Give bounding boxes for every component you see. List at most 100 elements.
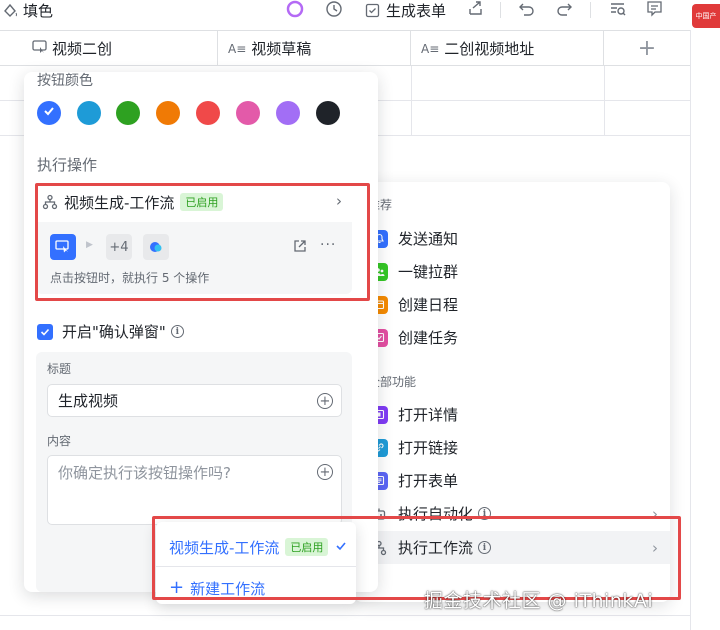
grid-divider: [690, 30, 691, 630]
generate-form-label: 生成表单: [386, 1, 447, 20]
workflow-icon: [42, 194, 58, 210]
color-swatch-blue[interactable]: [37, 101, 61, 125]
color-swatch-pink[interactable]: [236, 101, 260, 125]
workflow-option-label: 视频生成-工作流: [169, 538, 280, 557]
menu-item-open-detail[interactable]: 打开详情: [354, 398, 670, 431]
button-color-label: 按钮颜色: [37, 73, 93, 89]
share-icon[interactable]: [467, 0, 484, 17]
lark-bot-icon: [143, 234, 169, 260]
plus-icon: +: [637, 36, 657, 61]
menu-item-send-notification[interactable]: 发送通知: [354, 222, 670, 255]
column-label: 视频草稿: [251, 40, 312, 58]
info-icon[interactable]: i: [170, 325, 184, 338]
chevron-right-icon: ›: [652, 504, 658, 523]
action-type-menu: 推荐 发送通知 一键拉群 创建日程 创建任务 全部功能 打开详情 打开链接 打开…: [354, 182, 670, 602]
form-check-icon: [365, 3, 380, 18]
grid-divider: [0, 615, 690, 616]
column-header-video-url[interactable]: A≡ 二创视频地址: [411, 31, 604, 66]
menu-item-label: 创建日程: [398, 296, 459, 314]
grid-divider: [604, 66, 605, 136]
menu-item-label: 执行自动化: [398, 505, 474, 523]
more-actions-count: +4: [106, 234, 132, 260]
search-list-icon[interactable]: [609, 0, 627, 18]
generate-form-button[interactable]: 生成表单: [365, 0, 446, 20]
text-field-icon: A≡: [421, 41, 440, 56]
action-section-label: 执行操作: [37, 156, 98, 174]
menu-item-label: 执行工作流: [398, 539, 474, 557]
menu-item-label: 打开链接: [398, 439, 459, 457]
toolbar-divider: [500, 2, 501, 18]
title-input[interactable]: 生成视频 +: [47, 384, 342, 417]
new-workflow-label: 新建工作流: [190, 579, 266, 598]
info-icon[interactable]: i: [478, 507, 492, 520]
column-header-video-recreate[interactable]: 视频二创: [22, 31, 218, 66]
column-header-row: 视频二创 A≡ 视频草稿 A≡ 二创视频地址 +: [0, 30, 690, 66]
status-badge: 已启用: [180, 193, 224, 211]
checkmark-icon: [335, 538, 347, 556]
workflow-note: 点击按钮时，就执行 5 个操作: [50, 271, 210, 285]
menu-item-label: 创建任务: [398, 329, 459, 347]
grid-divider: [411, 66, 412, 136]
toolbar: 填色 生成表单 中国产: [0, 0, 720, 30]
chevron-right-icon: ›: [652, 538, 658, 557]
toolbar-divider: [590, 2, 591, 18]
menu-item-run-workflow[interactable]: 执行工作流 i ›: [354, 531, 670, 564]
paint-bucket-icon: [2, 2, 18, 18]
confirm-label: 开启"确认弹窗": [62, 323, 166, 341]
insert-field-icon[interactable]: +: [317, 393, 333, 409]
text-field-icon: A≡: [228, 41, 247, 56]
status-badge: 已启用: [285, 538, 329, 556]
watermark: 掘金技术社区 @ iThinkAi: [424, 590, 654, 612]
menu-item-label: 打开表单: [398, 472, 459, 490]
workflow-title-row[interactable]: 视频生成-工作流 已启用 ›: [36, 182, 352, 222]
insert-field-icon[interactable]: +: [317, 464, 333, 480]
title-field-label: 标题: [47, 362, 72, 376]
content-field-label: 内容: [47, 434, 72, 448]
plus-icon: +: [169, 577, 185, 598]
open-external-icon[interactable]: [292, 238, 308, 258]
color-swatch-black[interactable]: [316, 101, 340, 125]
menu-item-create-group[interactable]: 一键拉群: [354, 255, 670, 288]
fill-color-label: 填色: [23, 1, 54, 20]
chevron-right-icon: ›: [336, 192, 342, 210]
column-label: 二创视频地址: [444, 40, 535, 58]
workflow-name: 视频生成-工作流: [64, 193, 175, 212]
menu-item-open-link[interactable]: 打开链接: [354, 431, 670, 464]
trigger-button-icon: [50, 234, 76, 260]
menu-item-label: 一键拉群: [398, 263, 459, 281]
more-icon[interactable]: ···: [320, 237, 336, 253]
menu-item-run-automation[interactable]: 执行自动化 i ›: [354, 497, 670, 530]
checkmark-icon: [43, 105, 55, 121]
color-swatch-purple[interactable]: [276, 101, 300, 125]
arrow-right-icon: ▶: [86, 240, 93, 250]
dropdown-divider: [156, 566, 356, 567]
menu-item-open-form[interactable]: 打开表单: [354, 464, 670, 497]
undo-icon[interactable]: [518, 0, 535, 17]
comment-icon[interactable]: [646, 0, 663, 17]
color-swatch-red[interactable]: [196, 101, 220, 125]
menu-item-label: 发送通知: [398, 230, 459, 248]
info-icon[interactable]: i: [478, 541, 492, 554]
column-label: 视频二创: [52, 40, 113, 58]
column-header-video-draft[interactable]: A≡ 视频草稿: [218, 31, 411, 66]
button-field-icon: [32, 40, 47, 57]
add-column-button[interactable]: +: [604, 31, 690, 66]
menu-item-label: 打开详情: [398, 406, 459, 424]
new-workflow-button[interactable]: + 新建工作流: [156, 568, 356, 608]
color-swatch-green[interactable]: [116, 101, 140, 125]
color-swatch-cyan[interactable]: [77, 101, 101, 125]
badge[interactable]: 中国产: [692, 4, 720, 28]
workflow-select-dropdown: 视频生成-工作流 已启用 + 新建工作流: [156, 522, 356, 604]
confirm-checkbox[interactable]: [37, 323, 53, 340]
content-textarea[interactable]: 你确定执行该按钮操作吗? +: [47, 455, 342, 525]
workflow-option[interactable]: 视频生成-工作流 已启用: [156, 527, 356, 567]
history-icon[interactable]: [325, 0, 343, 18]
button-config-panel: 按钮颜色 执行操作 视频生成-工作流 已启用 › ▶ +4 ··· 点击按钮时，…: [24, 72, 378, 592]
menu-item-create-schedule[interactable]: 创建日程: [354, 288, 670, 321]
ai-icon[interactable]: [286, 0, 304, 18]
confirm-dialog-toggle[interactable]: 开启"确认弹窗" i: [37, 321, 184, 342]
redo-icon[interactable]: [556, 0, 573, 17]
fill-color-button[interactable]: 填色: [2, 0, 53, 20]
menu-item-create-task[interactable]: 创建任务: [354, 321, 670, 354]
color-swatch-orange[interactable]: [156, 101, 180, 125]
